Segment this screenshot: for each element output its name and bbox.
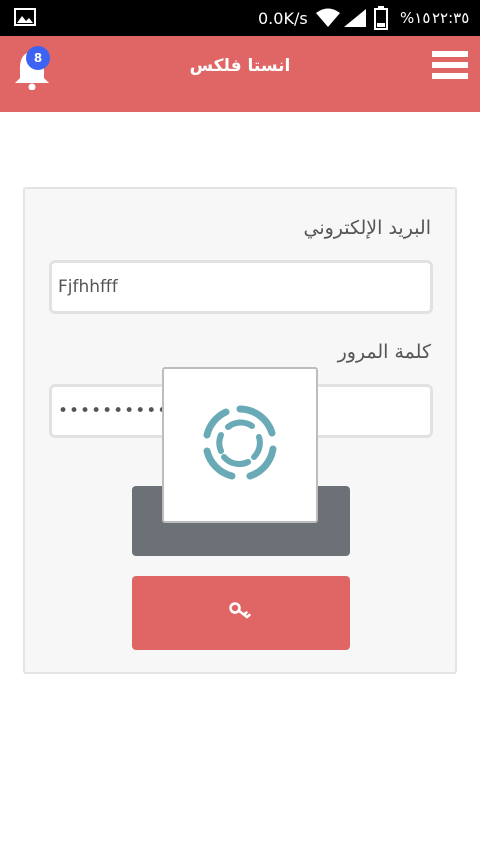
image-notification-icon [14,8,36,26]
key-icon [229,602,251,619]
loading-dialog [162,367,318,523]
loading-spinner-icon [203,405,277,480]
status-bar: 0.0K/s %١٥ ٢٢:٣٥ [0,0,480,36]
login-button[interactable] [132,576,350,650]
wifi-icon [316,8,340,27]
net-speed: 0.0K/s [258,9,308,28]
page-title: انستا فلكس [189,56,291,76]
signal-icon [344,9,366,27]
clock: ٢٢:٣٥ [432,9,470,27]
email-field[interactable]: Fjfhhfff [49,260,433,314]
menu-icon[interactable] [432,51,468,85]
battery-icon [374,6,388,30]
password-label: كلمة المرور [337,341,431,363]
email-label: البريد الإلكتروني [303,217,432,239]
battery-percent: %١٥ [400,9,431,27]
app-header: 8 انستا فلكس [0,36,480,112]
